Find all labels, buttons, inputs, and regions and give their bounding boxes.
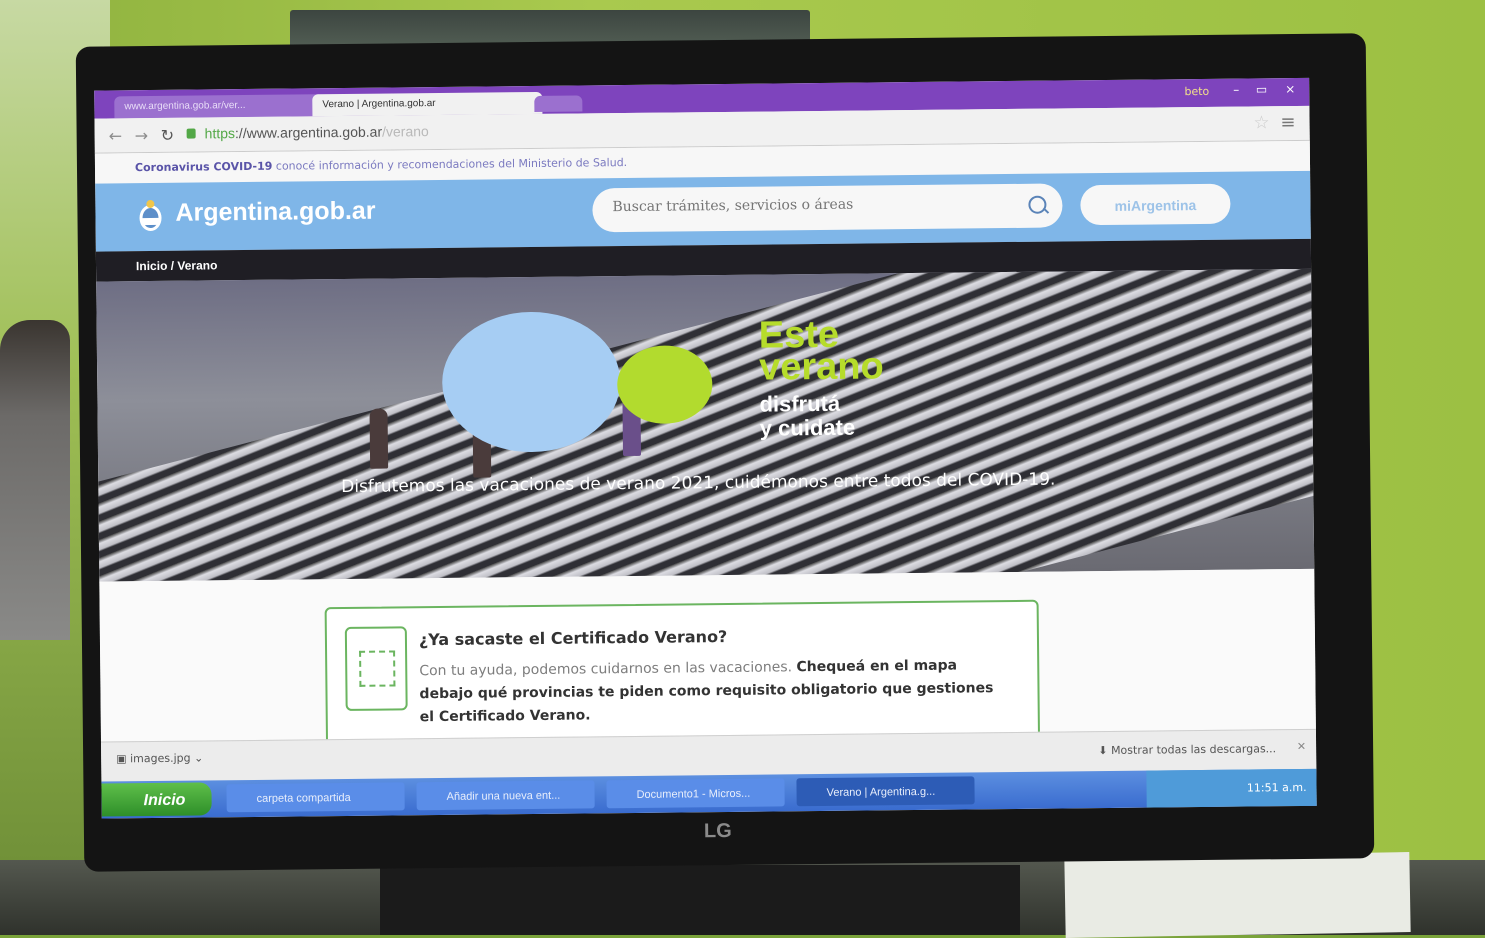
browser-tab[interactable]: www.argentina.gob.ar/ver... [114, 94, 325, 119]
site-brand[interactable]: Argentina.gob.ar [175, 197, 375, 228]
url-field[interactable]: https://www.argentina.gob.ar/verano [205, 123, 429, 141]
search-icon[interactable] [1028, 195, 1047, 214]
start-button[interactable]: Inicio [101, 782, 212, 817]
main-content: ¿Ya sacaste el Certificado Verano? Con t… [99, 568, 1316, 757]
hero-title: Este verano [758, 314, 884, 389]
close-icon[interactable]: ✕ [1297, 740, 1306, 753]
taskbar-item[interactable]: Documento1 - Micros... [606, 778, 785, 809]
monitor-brand-logo: LG [703, 819, 732, 843]
clock[interactable]: 11:51 a.m. [1247, 781, 1307, 795]
hero-subtitle: disfrutá y cuidate [759, 390, 856, 441]
card-text: Con tu ayuda, podemos cuidarnos en las v… [419, 659, 793, 680]
monitor-stand [380, 865, 1020, 935]
screen: www.argentina.gob.ar/ver... Verano | Arg… [94, 77, 1317, 819]
show-all-downloads-label: Mostrar todas las descargas... [1110, 742, 1277, 757]
hero-title-line: verano [758, 345, 884, 389]
card-title: ¿Ya sacaste el Certificado Verano? [418, 626, 728, 650]
reload-icon[interactable]: ↻ [161, 126, 175, 145]
url-host: ://www.argentina.gob.ar [234, 123, 383, 142]
taskbar-item[interactable]: Añadir una nueva ent... [416, 780, 595, 811]
new-tab-button[interactable] [534, 95, 583, 112]
sand-dunes [98, 268, 1315, 582]
taskbar-item[interactable]: carpeta compartida [226, 782, 405, 813]
hero-subtitle-line: y cuidate [759, 414, 856, 441]
phone-qr-icon [344, 626, 408, 711]
system-tray: 11:51 a.m. [1146, 768, 1317, 808]
back-icon[interactable]: ← [109, 126, 123, 145]
hiker-figure [369, 408, 389, 469]
covid-notice-text: conocé información y recomendaciones del… [272, 156, 628, 173]
browser-user-name[interactable]: beto [1184, 85, 1209, 98]
taskbar-item-active[interactable]: Verano | Argentina.g... [796, 776, 975, 807]
download-item[interactable]: ▣ images.jpg ⌄ [116, 751, 203, 765]
hero-subtitle-line: disfrutá [759, 390, 841, 417]
coat-of-arms-icon [139, 200, 162, 232]
site-header: Argentina.gob.ar miArgentina [95, 170, 1311, 252]
monitor: LG www.argentina.gob.ar/ver... Verano | … [75, 33, 1375, 872]
lock-icon [186, 128, 196, 139]
bookmark-star-icon[interactable]: ☆ [1253, 112, 1269, 133]
covid-notice-bold: Coronavirus COVID-19 [134, 159, 273, 175]
search-input[interactable] [610, 194, 1005, 217]
person-silhouette [0, 320, 70, 640]
url-path: /verano [381, 123, 429, 140]
show-all-downloads-link[interactable]: ⬇ Mostrar todas las descargas... [1098, 742, 1276, 757]
url-protocol: https [204, 125, 236, 142]
minimize-button[interactable]: – [1233, 83, 1239, 97]
qr-code-icon [359, 650, 396, 687]
hero-banner: Este verano disfrutá y cuidate Disfrutem… [96, 268, 1315, 582]
maximize-button[interactable]: ▭ [1256, 82, 1267, 96]
browser-tab-active[interactable]: Verano | Argentina.gob.ar [312, 91, 543, 117]
mi-argentina-button[interactable]: miArgentina [1080, 183, 1231, 226]
search-box [592, 183, 1063, 233]
menu-icon[interactable]: ≡ [1280, 112, 1295, 133]
card-body: Con tu ayuda, podemos cuidarnos en las v… [419, 654, 1010, 729]
download-file-name: images.jpg [129, 751, 191, 766]
close-button[interactable]: × [1285, 82, 1295, 96]
forward-icon[interactable]: → [135, 126, 149, 145]
paper-note [1064, 851, 1411, 938]
